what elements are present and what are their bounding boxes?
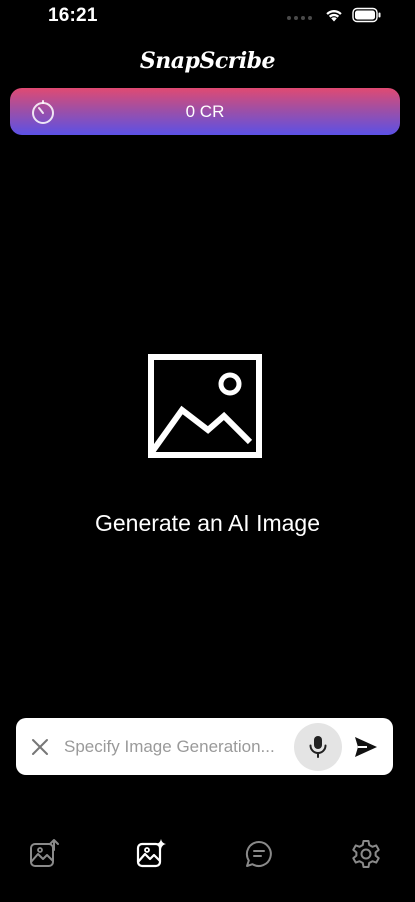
credits-bar[interactable]: 0 CR bbox=[10, 88, 400, 135]
credits-value: 0 CR bbox=[185, 102, 225, 121]
prompt-bar bbox=[16, 718, 393, 775]
image-placeholder-icon bbox=[148, 354, 262, 458]
close-icon[interactable] bbox=[28, 735, 52, 759]
tab-bar bbox=[0, 830, 415, 880]
status-time: 16:21 bbox=[48, 5, 98, 26]
app-title: SnapScribe bbox=[139, 48, 276, 74]
image-upload-icon[interactable] bbox=[28, 838, 60, 870]
send-icon[interactable] bbox=[353, 734, 379, 760]
empty-state-message: Generate an AI Image bbox=[94, 510, 321, 536]
gear-icon[interactable] bbox=[350, 838, 382, 870]
microphone-icon bbox=[309, 736, 327, 758]
cellular-signal-icon bbox=[287, 16, 312, 20]
image-sparkle-icon[interactable] bbox=[135, 838, 167, 870]
prompt-input[interactable] bbox=[64, 732, 296, 762]
status-bar: 16:21 bbox=[0, 0, 415, 34]
wifi-icon bbox=[326, 10, 342, 22]
status-icons bbox=[287, 7, 382, 23]
battery-icon bbox=[352, 7, 381, 23]
chat-bubble-icon[interactable] bbox=[243, 838, 275, 870]
microphone-button[interactable] bbox=[294, 723, 342, 771]
